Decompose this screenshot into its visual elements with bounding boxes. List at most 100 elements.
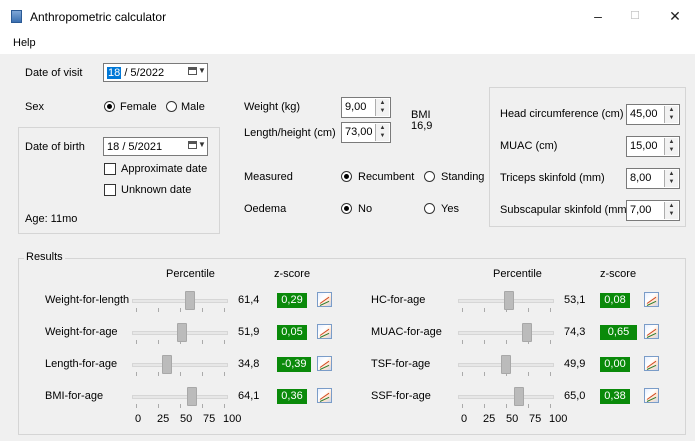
date-of-birth-label: Date of birth [25,141,85,153]
slider-tick [550,340,551,344]
spin-up-icon[interactable]: ▲ [665,202,678,210]
axis-label-left-0: 0 [135,413,142,425]
growth-chart-icon[interactable] [317,356,332,371]
weight-for-length-slider-thumb[interactable] [185,291,196,310]
length-for-age-slider-thumb[interactable] [161,355,172,374]
slider-tick [202,340,203,344]
unknown-date-label: Unknown date [121,184,192,196]
growth-chart-icon[interactable] [317,292,332,307]
hc-for-age-percentile: 53,1 [564,294,586,306]
spin-down-icon[interactable]: ▼ [665,114,678,122]
oedema-yes-label: Yes [441,203,459,215]
spin-down-icon[interactable]: ▼ [665,178,678,186]
approximate-date-checkbox[interactable] [104,163,116,175]
muac-for-age-percentile: 74,3 [564,326,586,338]
spin-up-icon[interactable]: ▲ [376,99,389,107]
muac-input[interactable]: 15,00 ▲ ▼ [626,136,680,157]
subscapular-skinfold-input[interactable]: 7,00 ▲ ▼ [626,200,680,221]
slider-tick [180,404,181,408]
sex-male-label: Male [181,101,205,113]
spin-up-icon[interactable]: ▲ [376,124,389,132]
sex-label: Sex [25,101,44,113]
slider-tick [136,308,137,312]
growth-chart-icon[interactable] [317,388,332,403]
weight-for-age-slider-thumb[interactable] [176,323,187,342]
sex-male-radio[interactable] [166,101,177,112]
percentile-header-right: Percentile [493,268,542,280]
growth-chart-icon[interactable] [644,324,659,339]
muac-for-age-slider-track [458,331,554,335]
age-text: Age: 11mo [25,213,78,225]
spin-down-icon[interactable]: ▼ [665,146,678,154]
unknown-date-checkbox[interactable] [104,184,116,196]
bmi-for-age-label: BMI-for-age [45,390,104,402]
slider-tick [462,372,463,376]
oedema-label: Oedema [244,203,287,215]
slider-tick [158,340,159,344]
minimize-button[interactable]: – [578,4,618,28]
muac-label: MUAC (cm) [500,140,558,152]
triceps-skinfold-input[interactable]: 8,00 ▲ ▼ [626,168,680,189]
growth-chart-icon[interactable] [317,324,332,339]
spin-up-icon[interactable]: ▲ [665,106,678,114]
oedema-no-label: No [358,203,373,215]
slider-tick [528,404,529,408]
sex-female-radio[interactable] [104,101,115,112]
slider-tick [202,372,203,376]
spin-down-icon[interactable]: ▼ [665,210,678,218]
slider-tick [224,308,225,312]
date-of-birth-picker[interactable]: 18 / 5/2021 ▼ [103,137,208,156]
subscapular-skinfold-label: Subscapular skinfold (mm) [500,204,631,216]
head-circumference-input[interactable]: 45,00 ▲ ▼ [626,104,680,125]
calendar-dropdown-icon[interactable]: ▼ [188,66,206,79]
maximize-button[interactable]: ☐ [615,4,655,28]
subscapular-skinfold-value: 7,00 [630,204,652,216]
growth-chart-icon[interactable] [644,356,659,371]
slider-tick [462,308,463,312]
spin-down-icon[interactable]: ▼ [376,107,389,115]
growth-chart-icon[interactable] [644,388,659,403]
slider-tick [506,404,507,408]
oedema-yes-radio[interactable] [424,203,435,214]
spin-up-icon[interactable]: ▲ [665,170,678,178]
tsf-for-age-zscore: 0,00 [600,357,630,372]
axis-label-right-100: 100 [549,413,568,425]
date-of-visit-picker[interactable]: 18 / 5/2022 ▼ [103,63,208,82]
calendar-dropdown-icon[interactable]: ▼ [188,140,206,153]
menu-help[interactable]: Help [13,37,36,49]
length-for-age-percentile: 34,8 [238,358,260,370]
tsf-for-age-label: TSF-for-age [371,358,431,370]
weight-input[interactable]: 9,00 ▲ ▼ [341,97,391,118]
head-circumference-value: 45,00 [630,108,658,120]
slider-tick [224,372,225,376]
ssf-for-age-slider-track [458,395,554,399]
spin-up-icon[interactable]: ▲ [665,138,678,146]
slider-tick [180,308,181,312]
bmi-for-age-slider-thumb[interactable] [187,387,198,406]
weight-for-length-percentile: 61,4 [238,294,260,306]
slider-tick [484,340,485,344]
measured-recumbent-radio[interactable] [341,171,352,182]
oedema-no-radio[interactable] [341,203,352,214]
slider-tick [550,404,551,408]
measured-standing-radio[interactable] [424,171,435,182]
length-input[interactable]: 73,00 ▲ ▼ [341,122,391,143]
spin-down-icon[interactable]: ▼ [376,132,389,140]
axis-label-left-50: 50 [180,413,193,425]
bmi-for-age-percentile: 64,1 [238,390,260,402]
slider-tick [158,404,159,408]
growth-chart-icon[interactable] [644,292,659,307]
length-value: 73,00 [345,126,373,138]
tsf-for-age-slider-thumb[interactable] [500,355,511,374]
slider-tick [158,372,159,376]
muac-for-age-slider-thumb[interactable] [522,323,533,342]
weight-for-age-percentile: 51,9 [238,326,260,338]
ssf-for-age-slider-thumb[interactable] [514,387,525,406]
slider-tick [550,308,551,312]
hc-for-age-slider-thumb[interactable] [503,291,514,310]
tsf-for-age-percentile: 49,9 [564,358,586,370]
slider-tick [462,340,463,344]
axis-label-left-100: 100 [223,413,242,425]
close-button[interactable]: ✕ [655,4,695,28]
triceps-skinfold-value: 8,00 [630,172,652,184]
